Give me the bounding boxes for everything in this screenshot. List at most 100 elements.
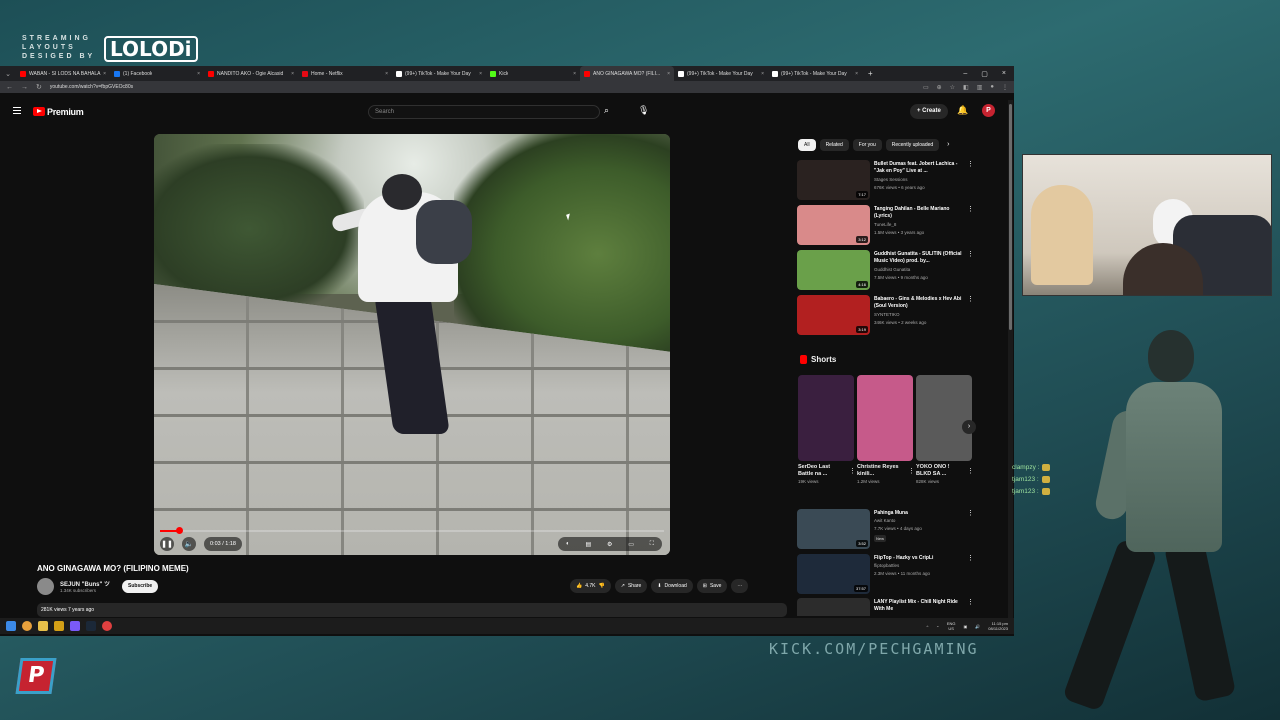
cast-icon[interactable]: ▭ [923, 84, 929, 91]
browser-tab[interactable]: Kick × [486, 66, 580, 81]
pause-button[interactable]: ❚❚ [160, 537, 174, 551]
clock[interactable]: 11:15 pm 08/11/2023 [988, 621, 1008, 631]
close-tab-icon[interactable]: × [103, 71, 106, 77]
tray-chevron-icon[interactable]: ^ [927, 624, 929, 629]
forward-icon[interactable]: → [21, 84, 28, 91]
close-tab-icon[interactable]: × [855, 71, 858, 77]
chevron-right-icon[interactable]: › [947, 139, 949, 151]
video-progress-bar[interactable] [160, 527, 664, 534]
minimize-icon[interactable]: – [963, 70, 967, 78]
recommended-video[interactable]: LANY Playlist Mix - Chill Night Ride Wit… [797, 598, 977, 616]
volume-icon[interactable]: 🔈 [182, 537, 196, 551]
discord-icon[interactable] [70, 621, 80, 631]
close-window-icon[interactable]: × [1002, 70, 1006, 78]
obs-icon[interactable] [102, 621, 112, 631]
profile-icon[interactable]: ● [990, 84, 994, 91]
speaker-icon[interactable]: 🔊 [975, 624, 980, 629]
avatar[interactable]: P [982, 104, 995, 117]
browser-menu-icon[interactable]: ⋮ [1002, 84, 1008, 91]
video-description[interactable]: 281K views 7 years ago [37, 603, 787, 617]
browser-tab[interactable]: NANDITO AKO - Ogie Alcasid × [204, 66, 298, 81]
create-button[interactable]: + Create [910, 104, 948, 119]
url-field[interactable]: youtube.com/watch?v=fbpGVEOc80s [50, 84, 133, 90]
close-tab-icon[interactable]: × [291, 71, 294, 77]
browser-tab[interactable]: (99+) TikTok - Make Your Day × [768, 66, 862, 81]
bookmark-star-icon[interactable]: ☆ [950, 84, 955, 91]
more-options-icon[interactable]: ⋮ [908, 467, 915, 475]
autoplay-toggle[interactable]: ◐ [566, 541, 570, 547]
steam-icon[interactable] [86, 621, 96, 631]
more-options-icon[interactable]: ⋮ [967, 295, 974, 303]
close-tab-icon[interactable]: × [197, 71, 200, 77]
subscribe-button[interactable]: Subscribe [122, 580, 159, 593]
recommended-video[interactable]: 37:57 FlipTop - Hazky vs CripLi fliptopb… [797, 554, 977, 594]
like-button[interactable]: 👍 4.7K 👎 [570, 579, 611, 593]
language-indicator[interactable]: ENG US [947, 621, 956, 631]
wifi-icon[interactable]: ◔ [936, 624, 938, 629]
youtube-logo-icon[interactable] [33, 107, 45, 116]
sticky-notes-icon[interactable] [54, 621, 64, 631]
video-player[interactable]: ❚❚ 🔈 0:03 / 1:18 ◐ ▤ ⚙ ▭ ⛶ [154, 134, 670, 555]
close-tab-icon[interactable]: × [385, 71, 388, 77]
browser-tab[interactable]: (1) Facebook × [110, 66, 204, 81]
new-tab-button[interactable]: + [868, 69, 873, 78]
chip-all[interactable]: All [798, 139, 816, 151]
youtube-premium-label[interactable]: Premium [47, 107, 84, 117]
windows-start-icon[interactable] [6, 621, 16, 631]
zoom-icon[interactable]: ⊕ [937, 84, 942, 91]
theater-mode-icon[interactable]: ▭ [628, 541, 634, 548]
short-item[interactable]: Christine Reyes kinili... 1.2M views ⋮ [857, 375, 915, 484]
browser-tab[interactable]: (99+) TikTok - Make Your Day × [674, 66, 768, 81]
more-options-icon[interactable]: ⋮ [967, 598, 974, 606]
chrome-icon[interactable] [22, 621, 32, 631]
short-item[interactable]: SerDeo Last Battle na ... 19K views ⋮ [798, 375, 856, 484]
channel-avatar[interactable] [37, 578, 54, 595]
recommended-video[interactable]: 3:52 Pahinga Muna Awit Kanto 7.7K views … [797, 509, 977, 549]
more-options-icon[interactable]: ⋮ [967, 467, 974, 475]
close-tab-icon[interactable]: × [479, 71, 482, 77]
recommended-video[interactable]: 4:16 Guddhist Gunatita - SULITIN (Offici… [797, 250, 977, 290]
browser-tab[interactable]: WABAN - SI LODS NA BAHALA × [16, 66, 110, 81]
network-icon[interactable]: ▣ [964, 624, 968, 629]
close-tab-icon[interactable]: × [667, 71, 670, 77]
settings-gear-icon[interactable]: ⚙ [607, 541, 612, 548]
chip-recently-uploaded[interactable]: Recently uploaded [885, 139, 940, 151]
scrollbar-thumb[interactable] [1009, 104, 1012, 330]
fullscreen-icon[interactable]: ⛶ [650, 541, 654, 548]
thumbs-down-icon[interactable]: 👎 [599, 579, 605, 593]
recommended-video[interactable]: 3:19 Babaero - Gins & Melodies x Hev Abi… [797, 295, 977, 335]
browser-tab[interactable]: Home - Netflix × [298, 66, 392, 81]
back-icon[interactable]: ← [6, 84, 13, 91]
more-options-icon[interactable]: ⋮ [967, 160, 974, 168]
search-input[interactable]: Search [368, 105, 600, 119]
more-options-icon[interactable]: ⋮ [967, 205, 974, 213]
page-scrollbar[interactable] [1008, 100, 1013, 618]
file-explorer-icon[interactable] [38, 621, 48, 631]
close-tab-icon[interactable]: × [573, 71, 576, 77]
maximize-icon[interactable]: ▢ [981, 70, 988, 78]
channel-name[interactable]: SEJUN "Buns" ツ [60, 579, 110, 588]
save-button[interactable]: ⊞ Save [696, 579, 728, 593]
notifications-bell-icon[interactable]: 🔔 [957, 105, 968, 116]
chip-related[interactable]: Related [819, 139, 849, 151]
chip-for-you[interactable]: For you [852, 139, 882, 151]
recommended-video[interactable]: 3:12 Tanging Dahilan - Belle Mariano (Ly… [797, 205, 977, 245]
close-tab-icon[interactable]: × [761, 71, 764, 77]
reload-icon[interactable]: ↻ [36, 83, 42, 91]
more-options-icon[interactable]: ⋮ [849, 467, 856, 475]
download-button[interactable]: ⬇ Download [651, 579, 693, 593]
more-actions-button[interactable]: ⋯ [731, 579, 749, 593]
hamburger-menu-icon[interactable] [13, 107, 21, 114]
browser-tab[interactable]: (99+) TikTok - Make Your Day × [392, 66, 486, 81]
more-options-icon[interactable]: ⋮ [967, 250, 974, 258]
browser-tab-active[interactable]: ANO GINAGAWA MO? (FILI... × [580, 66, 674, 81]
more-options-icon[interactable]: ⋮ [967, 554, 974, 562]
sidebar-icon[interactable]: ▥ [977, 84, 983, 91]
search-icon[interactable]: ⌕ [604, 105, 609, 116]
tab-search-icon[interactable]: ⌄ [0, 70, 16, 78]
extensions-icon[interactable]: ◧ [963, 84, 969, 91]
microphone-icon[interactable]: 🎙 [638, 105, 649, 116]
shorts-next-button[interactable]: › [962, 420, 976, 434]
captions-icon[interactable]: ▤ [585, 541, 591, 548]
recommended-video[interactable]: 7:17 Bullet Dumas feat. Jobert Lachica -… [797, 160, 977, 200]
